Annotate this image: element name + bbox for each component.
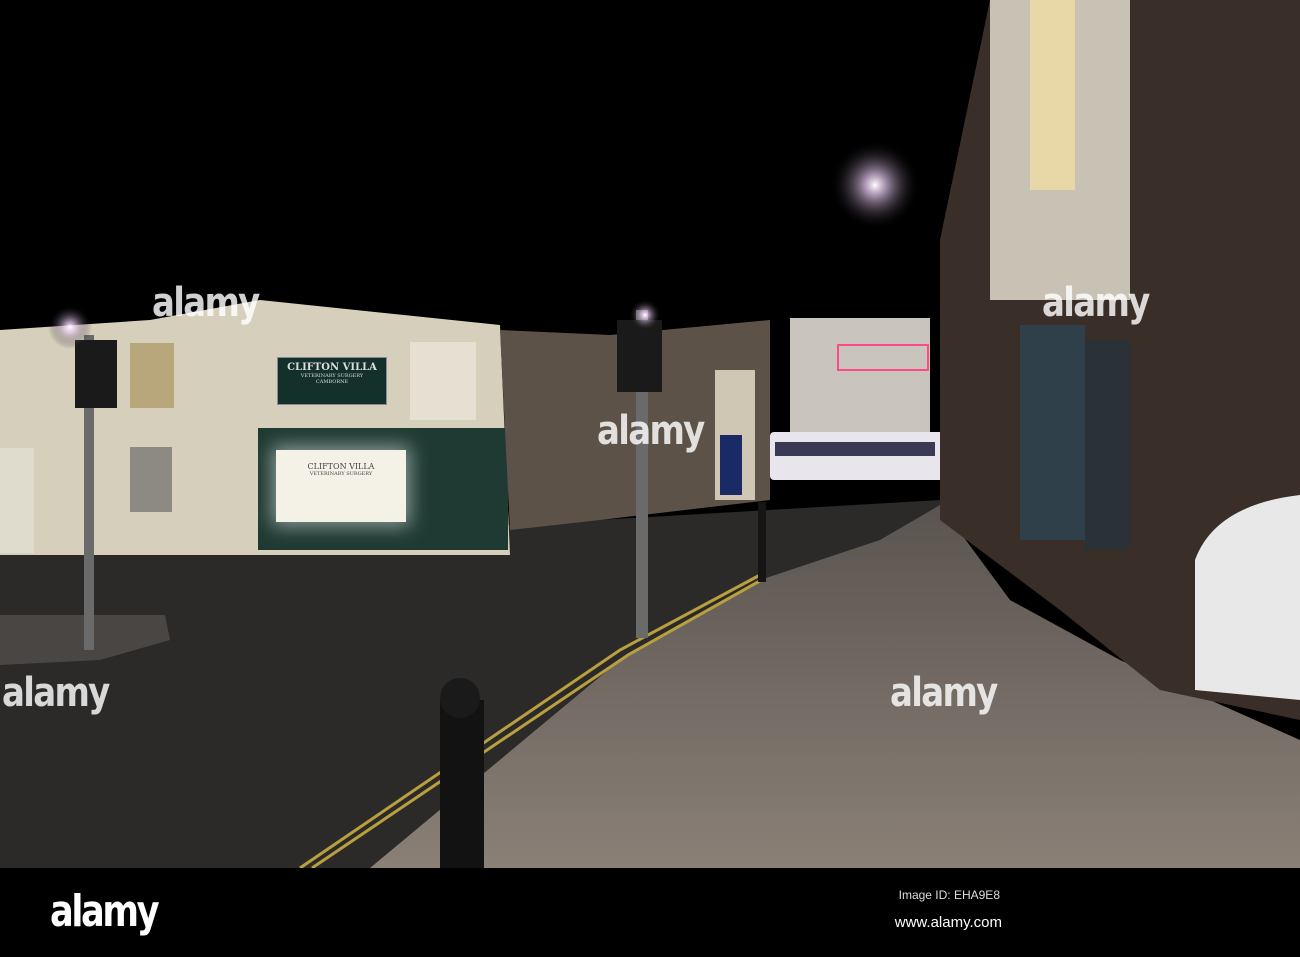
window-title: CLIFTON VILLA [307, 462, 375, 471]
watermark: alamy [1042, 280, 1150, 326]
site-url[interactable]: www.alamy.com [895, 914, 1002, 931]
bollard [440, 700, 484, 868]
bollard [758, 502, 766, 582]
lit-shop-window: CLIFTON VILLA VETERINARY SURGERY [276, 450, 406, 522]
veterinary-sign: CLIFTON VILLA VETERINARY SURGERY CAMBORN… [277, 357, 387, 405]
street-light-glow [830, 140, 920, 230]
window [130, 343, 174, 408]
watermark: alamy [152, 280, 260, 326]
watermark: alamy [597, 408, 705, 454]
watermark: alamy [2, 670, 110, 716]
distant-building [790, 318, 930, 433]
alamy-logo: alamy [50, 886, 160, 937]
footer-bar: alamy Image ID: EHA9E8 www.alamy.com [0, 868, 1300, 957]
watermark: alamy [890, 670, 998, 716]
sign-title: CLIFTON VILLA [287, 362, 377, 373]
shop-window [1020, 325, 1085, 540]
image-id: Image ID: EHA9E8 [898, 888, 1000, 902]
sign-location: CAMBORNE [315, 379, 349, 385]
bay-window [1030, 0, 1075, 190]
night-street-photo: CLIFTON VILLA VETERINARY SURGERY CAMBORN… [0, 0, 1300, 957]
door [0, 448, 34, 553]
window-subtitle: VETERINARY SURGERY [309, 471, 373, 477]
